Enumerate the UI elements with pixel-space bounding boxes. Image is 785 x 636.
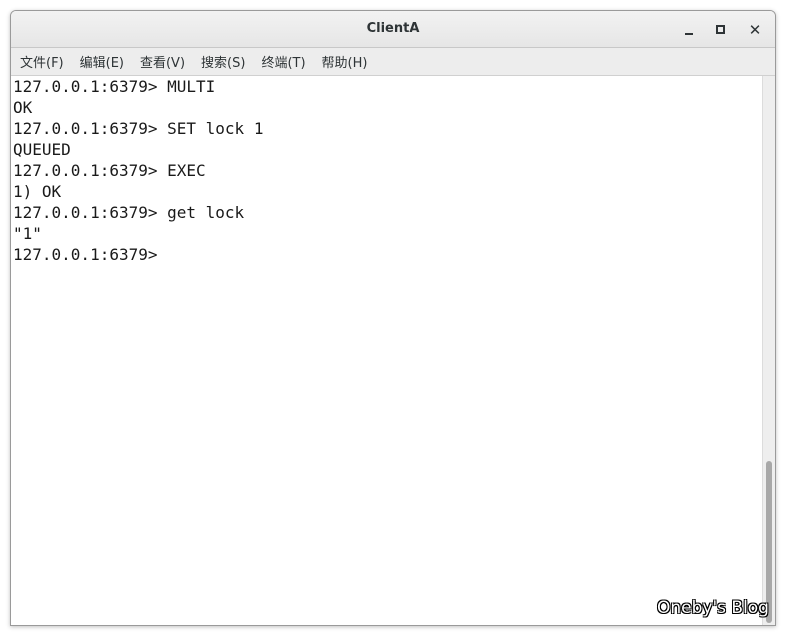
menu-view[interactable]: 查看(V): [139, 52, 186, 71]
menu-file[interactable]: 文件(F): [19, 52, 65, 71]
menu-bar: 文件(F) 编辑(E) 查看(V) 搜索(S) 终端(T) 帮助(H): [11, 48, 775, 76]
close-button[interactable]: ✕: [744, 19, 766, 41]
maximize-icon: [716, 25, 725, 34]
terminal-line: 127.0.0.1:6379> get lock: [13, 203, 245, 222]
terminal-line: "1": [13, 224, 42, 243]
menu-help[interactable]: 帮助(H): [321, 52, 369, 71]
menu-edit[interactable]: 编辑(E): [79, 52, 125, 71]
minimize-button[interactable]: [678, 19, 700, 41]
terminal-window: ClientA ✕ 文件(F) 编辑(E) 查看(V) 搜索(S) 终端(T) …: [10, 10, 776, 626]
menu-terminal[interactable]: 终端(T): [260, 52, 306, 71]
close-icon: ✕: [748, 21, 762, 39]
terminal-line: 127.0.0.1:6379> SET lock 1: [13, 119, 264, 138]
terminal-line: 127.0.0.1:6379> EXEC: [13, 161, 206, 180]
terminal-line: 127.0.0.1:6379> MULTI: [13, 77, 216, 96]
watermark: Oneby's Blog: [657, 598, 769, 618]
window-title: ClientA: [366, 21, 420, 36]
terminal-line: OK: [13, 98, 33, 117]
maximize-button[interactable]: [710, 19, 732, 41]
terminal-line: QUEUED: [13, 140, 71, 159]
vertical-scrollbar[interactable]: [762, 76, 775, 625]
terminal-prompt-line: 127.0.0.1:6379>: [13, 245, 168, 264]
terminal-output[interactable]: 127.0.0.1:6379> MULTI OK 127.0.0.1:6379>…: [11, 76, 762, 625]
minimize-icon: [685, 33, 693, 35]
terminal-line: 1) OK: [13, 182, 62, 201]
title-bar[interactable]: ClientA ✕: [11, 11, 775, 48]
menu-search[interactable]: 搜索(S): [200, 52, 246, 71]
